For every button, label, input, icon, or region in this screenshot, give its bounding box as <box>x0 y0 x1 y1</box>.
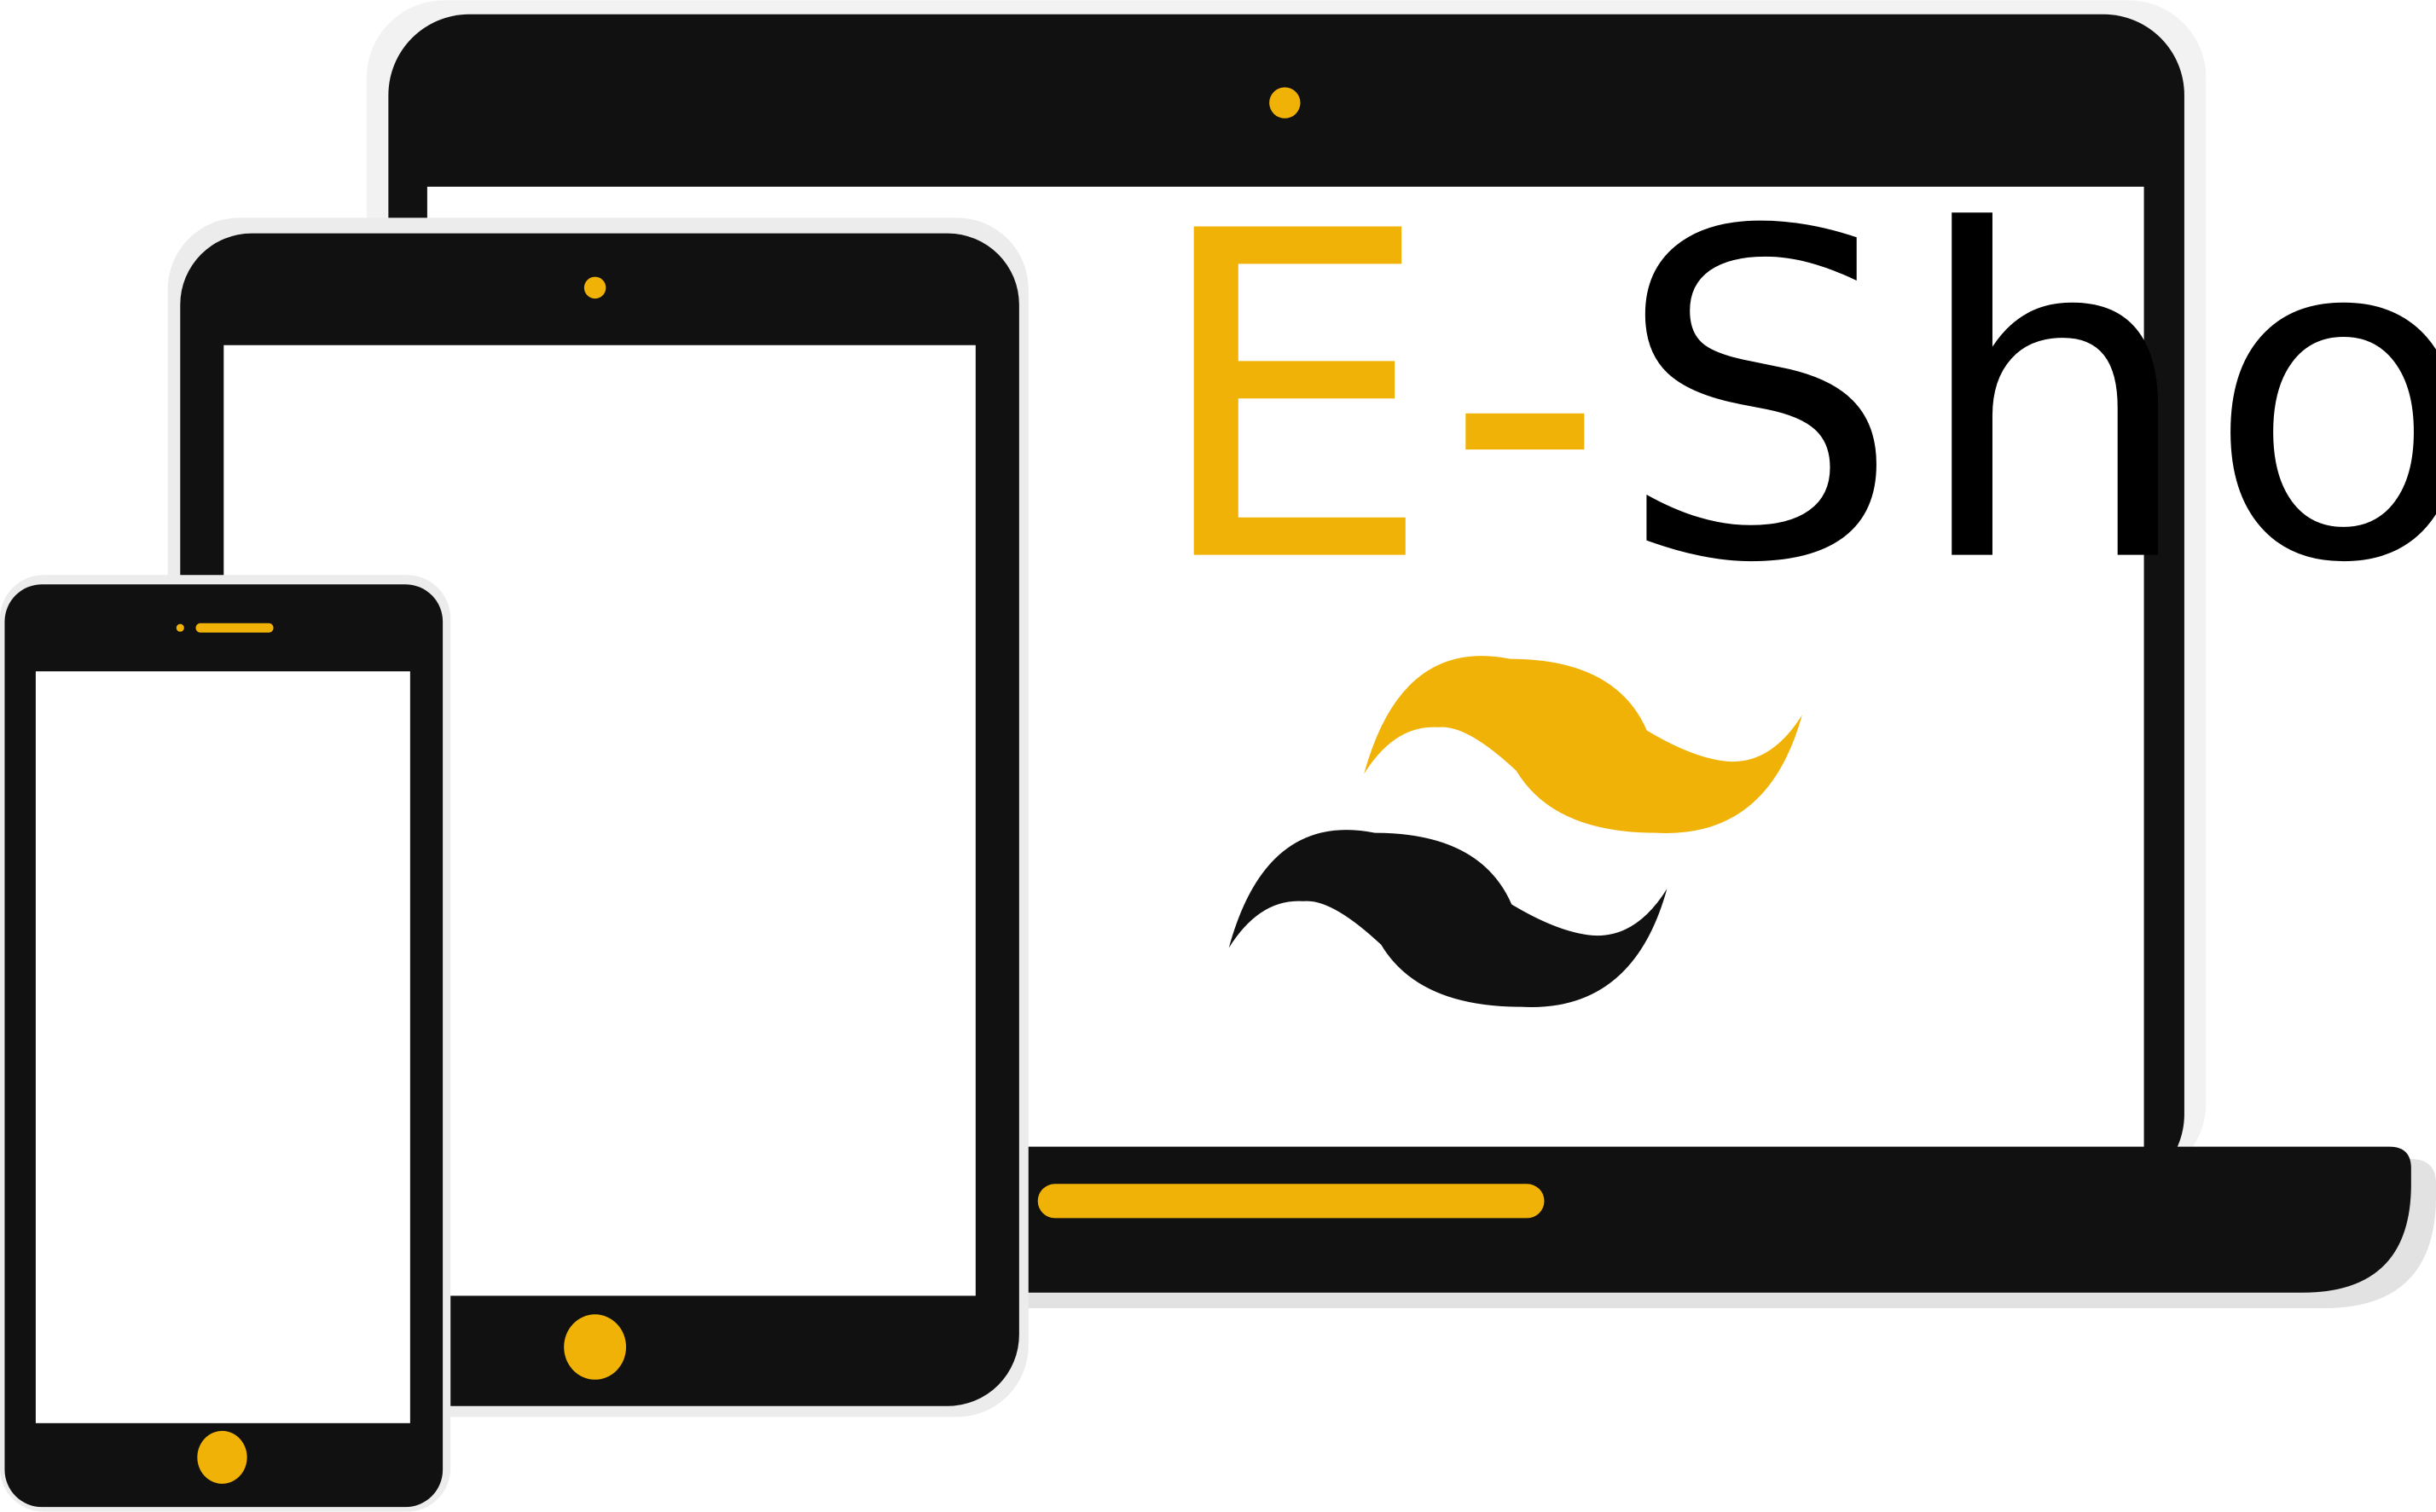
brand-name: Shop <box>1615 137 2436 662</box>
phone <box>0 575 451 1512</box>
devices-illustration: E-Shop <box>0 0 2436 1512</box>
laptop-base <box>994 1146 2411 1293</box>
laptop-trackpad-icon <box>1037 1184 1545 1219</box>
brand-prefix: E- <box>1150 137 1615 662</box>
phone-speaker-icon <box>195 623 274 633</box>
phone-camera-icon <box>176 623 184 632</box>
tablet-home-button-icon <box>564 1314 627 1380</box>
brand-wordmark: E-Shop <box>1150 137 2436 662</box>
phone-home-button-icon <box>197 1430 247 1484</box>
laptop-camera-icon <box>1269 87 1301 119</box>
phone-screen <box>35 671 410 1423</box>
tablet-camera-icon <box>583 276 606 299</box>
